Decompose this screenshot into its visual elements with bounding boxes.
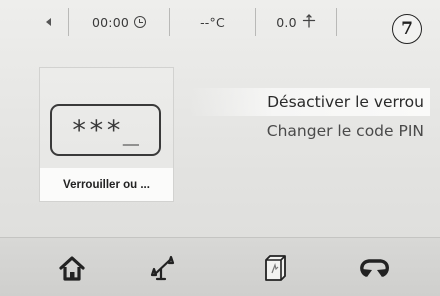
- status-bar: 00:00 --°C 0.0: [28, 8, 433, 38]
- menu-item-disable-lock[interactable]: Désactiver le verrou: [190, 88, 430, 116]
- home-icon: [59, 256, 85, 281]
- back-arrow-icon: [45, 18, 51, 26]
- bottom-navigation: [0, 237, 440, 296]
- lock-screen: 00:00 --°C 0.0 7 ***_ Verrouiller ou ...…: [0, 0, 440, 296]
- return-icon: [360, 259, 389, 277]
- nav-return-button[interactable]: [352, 248, 396, 288]
- status-time: 00:00: [69, 8, 170, 36]
- clock-icon: [134, 16, 147, 28]
- status-temperature: --°C: [170, 8, 256, 36]
- scale-icon: [150, 255, 175, 281]
- pin-code-display: ***_: [50, 104, 161, 156]
- step-number-badge: 7: [392, 14, 422, 44]
- book-icon: [265, 255, 286, 281]
- nav-home-button[interactable]: [50, 248, 94, 288]
- status-wind: 0.0: [256, 8, 337, 36]
- nav-book-button[interactable]: [253, 248, 297, 288]
- nav-scale-button[interactable]: [143, 248, 187, 288]
- time-value: 00:00: [91, 14, 130, 30]
- menu-item-label: Désactiver le verrou: [267, 93, 424, 111]
- menu-item-label: Changer le code PIN: [266, 122, 424, 140]
- lock-tile[interactable]: ***_ Verrouiller ou ...: [40, 68, 173, 201]
- wind-value: 0.0: [276, 14, 297, 30]
- wind-icon: [302, 13, 316, 32]
- menu-item-change-pin[interactable]: Changer le code PIN: [190, 117, 430, 145]
- temperature-value: --°C: [200, 14, 225, 30]
- lock-tile-label: Verrouiller ou ...: [40, 168, 173, 201]
- status-back-button[interactable]: [28, 8, 69, 36]
